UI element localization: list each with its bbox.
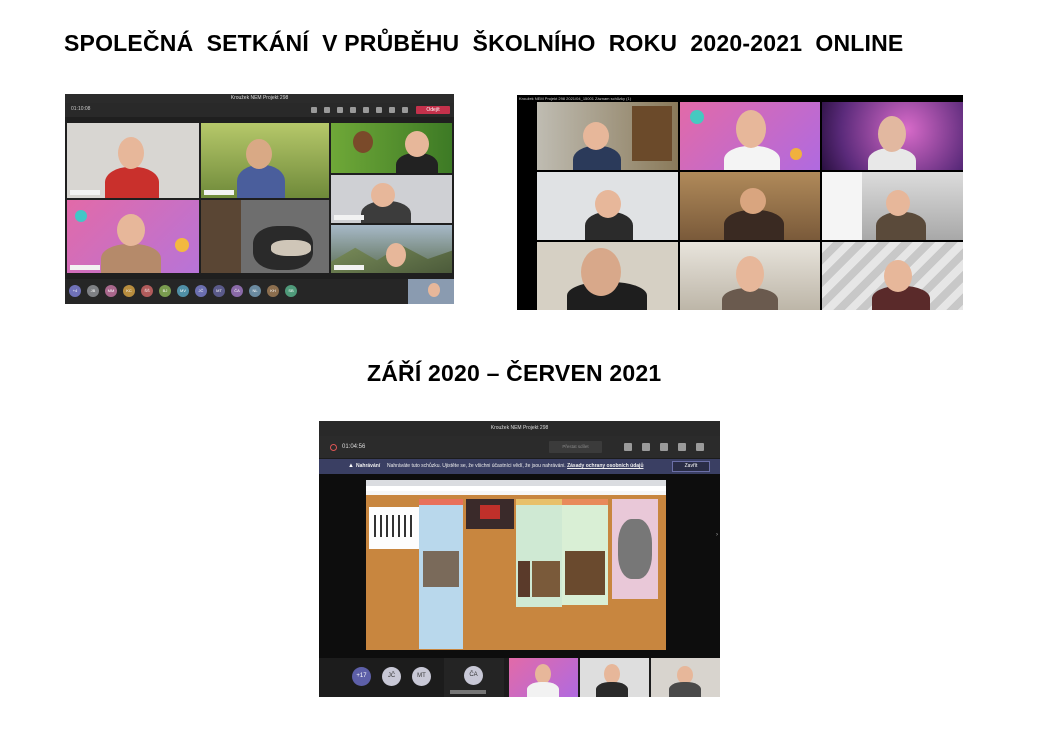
warning-icon: ▲ xyxy=(348,463,354,469)
board-card xyxy=(562,499,608,605)
participant-avatar[interactable]: KC xyxy=(123,285,135,297)
board-card xyxy=(516,499,562,607)
rooms-icon[interactable] xyxy=(350,107,356,113)
video-tile xyxy=(537,172,678,240)
reactions-icon[interactable] xyxy=(660,443,668,451)
sidebar-collapse-icon[interactable]: › xyxy=(716,532,718,538)
participant-avatar[interactable]: MT xyxy=(213,285,225,297)
participant-tile[interactable]: ČA xyxy=(444,658,504,697)
participant-avatar[interactable]: +4 xyxy=(69,285,81,297)
participant-avatar[interactable]: MV xyxy=(177,285,189,297)
window-title: Kroužek NEM Projekt 298 xyxy=(65,94,454,103)
teams-screenshare-screenshot: Kroužek NEM Projekt 298 01:04:56 Přestat… xyxy=(319,421,720,697)
meeting-toolbar: 01:10:08 Odejít xyxy=(65,103,454,117)
chat-icon[interactable] xyxy=(642,443,650,451)
participant-avatar[interactable]: ČA xyxy=(231,285,243,297)
teams-gallery-screenshot: Kroužek NEM Projekt 298 01:10:08 Odejít xyxy=(65,94,454,304)
share-icon[interactable] xyxy=(402,107,408,113)
self-view xyxy=(408,279,454,304)
video-tile xyxy=(822,242,963,310)
shared-screen: › xyxy=(319,474,720,658)
notice-message: Nahráváte tuto schůzku. Ujistěte se, že … xyxy=(387,463,644,469)
participant-avatar[interactable]: BJ xyxy=(159,285,171,297)
privacy-link[interactable]: Zásady ochrany osobních údajů xyxy=(567,463,643,469)
page-heading-middle: ZÁŘÍ 2020 – ČERVEN 2021 xyxy=(367,360,662,386)
participant-overflow-avatar[interactable]: +17 xyxy=(352,667,371,686)
meeting-timer: 01:04:56 xyxy=(342,444,366,450)
video-tile xyxy=(331,225,452,273)
participant-avatar[interactable]: ŠŠ xyxy=(141,285,153,297)
participant-avatar: ČA xyxy=(464,666,483,685)
video-grid xyxy=(537,102,963,310)
participant-avatar[interactable]: KH xyxy=(267,285,279,297)
stop-sharing-button[interactable]: Přestat sdílet xyxy=(549,441,602,453)
video-tile xyxy=(67,123,199,198)
video-tile xyxy=(580,658,649,697)
board-card xyxy=(369,507,419,549)
recording-icon xyxy=(330,444,337,451)
leave-button[interactable]: Odejít xyxy=(416,106,450,114)
camera-icon[interactable] xyxy=(376,107,382,113)
video-tile xyxy=(651,658,720,697)
page-heading-top: SPOLEČNÁ SETKÁNÍ V PRŮBĚHU ŠKOLNÍHO ROKU… xyxy=(64,30,904,56)
video-tile xyxy=(509,658,578,697)
video-tile xyxy=(679,172,821,240)
close-notice-button[interactable]: Zavřít xyxy=(672,461,710,472)
more-icon[interactable] xyxy=(363,107,369,113)
video-tile xyxy=(67,200,199,273)
participants-icon[interactable] xyxy=(311,107,317,113)
video-tile xyxy=(331,123,452,173)
video-tile xyxy=(679,242,821,310)
video-tile xyxy=(331,175,452,223)
board-card xyxy=(612,499,658,599)
participants-dock: +4 JB MM KC ŠŠ BJ MV JČ MT ČA NL KH SB xyxy=(65,279,454,304)
chat-icon[interactable] xyxy=(324,107,330,113)
video-tile xyxy=(201,200,329,273)
recording-notice-bar: ▲ Nahrávání Nahráváte tuto schůzku. Ujis… xyxy=(319,459,720,474)
video-tile xyxy=(201,123,329,198)
participants-dock: +17 JČ MT ČA xyxy=(319,658,720,697)
video-tile xyxy=(537,102,678,170)
video-tile xyxy=(679,102,821,170)
participant-avatar[interactable]: JČ xyxy=(382,667,401,686)
video-tile xyxy=(537,242,678,310)
video-tile xyxy=(822,102,963,170)
video-grid xyxy=(67,123,452,273)
participant-avatar[interactable]: MM xyxy=(105,285,117,297)
video-tile xyxy=(822,172,963,240)
more-icon[interactable] xyxy=(696,443,704,451)
window-title: Kroužek NEM Projekt 298 xyxy=(319,421,720,436)
board-card xyxy=(419,499,463,649)
participant-avatar[interactable]: JČ xyxy=(195,285,207,297)
participant-avatar[interactable]: SB xyxy=(285,285,297,297)
notice-label: Nahrávání xyxy=(356,463,381,469)
mic-icon[interactable] xyxy=(389,107,395,113)
rooms-icon[interactable] xyxy=(678,443,686,451)
shared-browser-window xyxy=(366,480,666,650)
recording-caption: Kroužek NEM Projekt 298 2021/04_15001 Zá… xyxy=(519,96,632,101)
participant-avatar[interactable]: JB xyxy=(87,285,99,297)
reactions-icon[interactable] xyxy=(337,107,343,113)
meeting-toolbar: 01:04:56 Přestat sdílet xyxy=(319,436,720,458)
padlet-board xyxy=(366,495,666,650)
participant-avatar[interactable]: NL xyxy=(249,285,261,297)
participants-icon[interactable] xyxy=(624,443,632,451)
zoom-gallery-screenshot: Kroužek NEM Projekt 298 2021/04_15001 Zá… xyxy=(517,95,963,310)
board-card xyxy=(466,499,514,529)
meeting-timer: 01:10:08 xyxy=(71,106,91,112)
participant-avatar[interactable]: MT xyxy=(412,667,431,686)
